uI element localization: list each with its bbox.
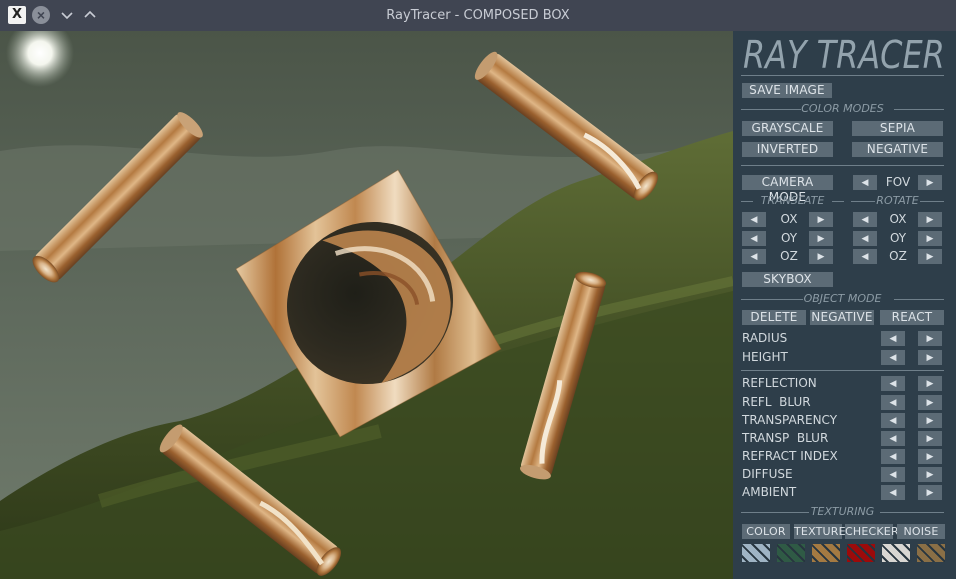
save-image-button[interactable]: SAVE IMAGE [742, 83, 832, 98]
color-modes-header: COLOR MODES [741, 102, 944, 116]
texturing-header: TEXTURING [741, 505, 944, 519]
control-panel: RAY TRACER SAVE IMAGE COLOR MODES GRAYSC… [733, 31, 956, 579]
rotate-oz-label: OZ [889, 249, 907, 263]
rotate-oz-decrease-button[interactable]: ◀ [853, 249, 877, 264]
transparency-increase-button[interactable]: ▶ [918, 413, 942, 428]
divider [741, 75, 944, 76]
translate-ox-label: OX [780, 212, 798, 226]
reflection-decrease-button[interactable]: ◀ [881, 376, 905, 391]
checker-button[interactable]: CHECKER [845, 524, 899, 539]
window-title: RayTracer - COMPOSED BOX [386, 8, 570, 23]
refl-blur-increase-button[interactable]: ▶ [918, 395, 942, 410]
transparency-label: TRANSPARENCY [742, 413, 838, 427]
window-titlebar: X × RayTracer - COMPOSED BOX [0, 0, 956, 31]
divider [741, 370, 944, 371]
radius-label: RADIUS [742, 331, 788, 345]
negative-color-button[interactable]: NEGATIVE [852, 142, 943, 157]
sepia-button[interactable]: SEPIA [852, 121, 943, 136]
diffuse-label: DIFFUSE [742, 467, 793, 481]
rotate-ox-decrease-button[interactable]: ◀ [853, 212, 877, 227]
radius-decrease-button[interactable]: ◀ [881, 331, 905, 346]
translate-header: TRANSLATE [741, 194, 844, 208]
reflection-increase-button[interactable]: ▶ [918, 376, 942, 391]
fov-label: FOV [885, 175, 911, 189]
refract-index-label: REFRACT INDEX [742, 449, 838, 463]
app-logo: RAY TRACER [743, 33, 945, 77]
color-texturing-button[interactable]: COLOR [742, 524, 790, 539]
react-button[interactable]: REACT [880, 310, 944, 325]
diffuse-decrease-button[interactable]: ◀ [881, 467, 905, 482]
ambient-increase-button[interactable]: ▶ [918, 485, 942, 500]
rendered-scene [0, 31, 733, 579]
fov-increase-button[interactable]: ▶ [918, 175, 942, 190]
diffuse-increase-button[interactable]: ▶ [918, 467, 942, 482]
refract-index-decrease-button[interactable]: ◀ [881, 449, 905, 464]
texture-swatch-sand[interactable] [917, 544, 945, 562]
height-increase-button[interactable]: ▶ [918, 350, 942, 365]
texture-swatch-moss[interactable] [777, 544, 805, 562]
translate-oz-increase-button[interactable]: ▶ [809, 249, 833, 264]
refl-blur-decrease-button[interactable]: ◀ [881, 395, 905, 410]
texture-button[interactable]: TEXTURE [794, 524, 846, 539]
texture-swatch-wood[interactable] [812, 544, 840, 562]
reflection-label: REFLECTION [742, 376, 817, 390]
ambient-label: AMBIENT [742, 485, 797, 499]
transp-blur-increase-button[interactable]: ▶ [918, 431, 942, 446]
translate-ox-increase-button[interactable]: ▶ [809, 212, 833, 227]
ambient-decrease-button[interactable]: ◀ [881, 485, 905, 500]
transparency-decrease-button[interactable]: ◀ [881, 413, 905, 428]
rotate-oy-decrease-button[interactable]: ◀ [853, 231, 877, 246]
height-decrease-button[interactable]: ◀ [881, 350, 905, 365]
camera-mode-button[interactable]: CAMERA MODE [742, 175, 833, 204]
rotate-oz-increase-button[interactable]: ▶ [918, 249, 942, 264]
fov-decrease-button[interactable]: ◀ [853, 175, 877, 190]
rotate-oy-increase-button[interactable]: ▶ [918, 231, 942, 246]
texture-swatch-granite[interactable] [882, 544, 910, 562]
grayscale-button[interactable]: GRAYSCALE [742, 121, 833, 136]
negative-object-button[interactable]: NEGATIVE [810, 310, 874, 325]
refract-index-increase-button[interactable]: ▶ [918, 449, 942, 464]
texture-swatch-marble[interactable] [742, 544, 770, 562]
translate-ox-decrease-button[interactable]: ◀ [742, 212, 766, 227]
translate-oz-label: OZ [780, 249, 798, 263]
radius-increase-button[interactable]: ▶ [918, 331, 942, 346]
rotate-header: ROTATE [851, 194, 944, 208]
rotate-ox-label: OX [889, 212, 907, 226]
texture-swatch-red[interactable] [847, 544, 875, 562]
translate-oy-decrease-button[interactable]: ◀ [742, 231, 766, 246]
skybox-button[interactable]: SKYBOX [742, 272, 833, 287]
divider [741, 165, 944, 166]
refl-blur-label: REFL BLUR [742, 395, 811, 409]
height-label: HEIGHT [742, 350, 788, 364]
render-viewport[interactable] [0, 31, 733, 579]
delete-object-button[interactable]: DELETE [742, 310, 806, 325]
transp-blur-decrease-button[interactable]: ◀ [881, 431, 905, 446]
inverted-button[interactable]: INVERTED [742, 142, 833, 157]
translate-oy-increase-button[interactable]: ▶ [809, 231, 833, 246]
translate-oy-label: OY [780, 231, 798, 245]
translate-oz-decrease-button[interactable]: ◀ [742, 249, 766, 264]
rotate-oy-label: OY [889, 231, 907, 245]
noise-button[interactable]: NOISE [897, 524, 945, 539]
object-mode-header: OBJECT MODE [741, 292, 944, 306]
transp-blur-label: TRANSP BLUR [742, 431, 829, 445]
rotate-ox-increase-button[interactable]: ▶ [918, 212, 942, 227]
